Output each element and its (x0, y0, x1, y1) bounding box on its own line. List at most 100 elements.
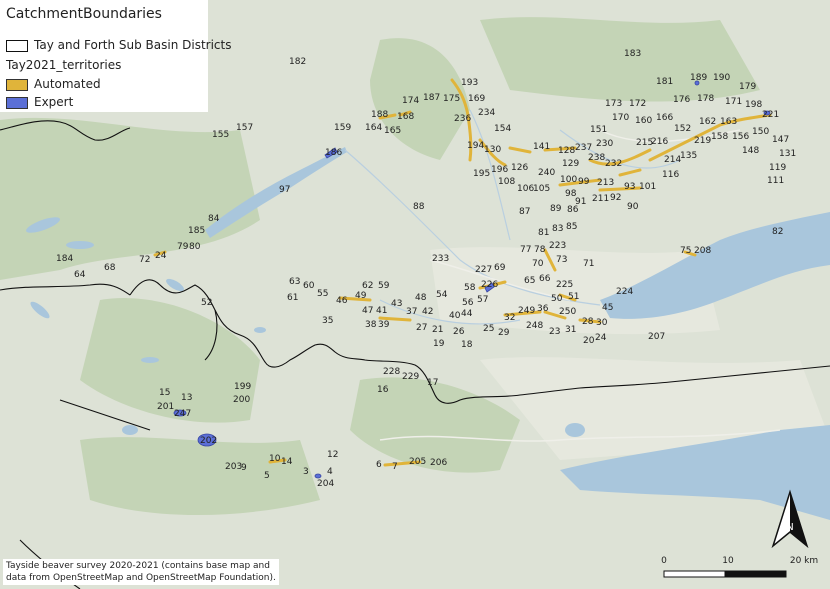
territory-label: 190 (713, 73, 730, 83)
territory-label: 150 (752, 127, 769, 137)
territory-label: 90 (627, 202, 639, 212)
territory-label: 200 (233, 395, 250, 405)
territory-label: 85 (566, 222, 577, 232)
map-credit: Tayside beaver survey 2020-2021 (contain… (3, 559, 279, 585)
territory-label: 44 (461, 309, 473, 319)
territory-label: 43 (391, 299, 402, 309)
territory-label: 7 (392, 462, 398, 472)
territory-label: 194 (467, 141, 484, 151)
territory-label: 14 (281, 457, 293, 467)
territory-label: 159 (334, 123, 351, 133)
territory-label: 18 (461, 340, 473, 350)
territory-label: 179 (739, 82, 756, 92)
territory-label: 203 (225, 462, 242, 472)
territory-label: 229 (402, 372, 419, 382)
territory-label: 56 (462, 298, 474, 308)
boundary-swatch (6, 39, 28, 52)
territory-label: 230 (596, 139, 613, 149)
territory-label: 169 (468, 94, 485, 104)
automated-swatch (6, 78, 28, 91)
territory-label: 51 (568, 292, 579, 302)
territory-label: 213 (597, 178, 614, 188)
legend-automated-label: Automated (34, 77, 101, 91)
territory-label: 25 (483, 324, 494, 334)
territory-label: 240 (538, 168, 555, 178)
territory-label: 170 (612, 113, 629, 123)
territory-label: 50 (551, 294, 563, 304)
map-legend: CatchmentBoundaries Tay and Forth Sub Ba… (0, 0, 231, 112)
territory-label: 49 (355, 291, 367, 301)
territory-label: 202 (200, 436, 217, 446)
territory-label: 214 (664, 155, 681, 165)
territory-label: 5 (264, 471, 270, 481)
territory-label: 37 (406, 307, 417, 317)
territory-label: 163 (720, 117, 737, 127)
territory-label: 100 (560, 175, 577, 185)
territory-label: 101 (639, 182, 656, 192)
territory-label: 24 (595, 333, 607, 343)
scale-label-0: 0 (661, 556, 667, 566)
legend-expert-label: Expert (34, 95, 74, 109)
territory-label: 164 (365, 123, 382, 133)
territory-label: 152 (674, 124, 691, 134)
territory-label: 6 (376, 460, 382, 470)
territory-label: 182 (289, 57, 306, 67)
territory-label: 207 (648, 332, 665, 342)
territory-label: 21 (432, 325, 443, 335)
territory-label: 187 (423, 93, 440, 103)
territory-label: 17 (427, 378, 438, 388)
territory-label: 188 (371, 110, 388, 120)
territory-label: 238 (588, 153, 605, 163)
territory-label: 111 (767, 176, 784, 186)
territory-label: 216 (651, 137, 668, 147)
territory-label: 141 (533, 142, 550, 152)
territory-label: 221 (762, 110, 779, 120)
territory-label: 80 (189, 242, 201, 252)
territory-label: 168 (397, 112, 414, 122)
territory-label: 116 (662, 170, 679, 180)
territory-label: 175 (443, 94, 460, 104)
territory-label: 126 (511, 163, 528, 173)
territory-label: 65 (524, 276, 535, 286)
territory-label: 69 (494, 263, 506, 273)
territory-label: 98 (565, 189, 577, 199)
territory-label: 29 (498, 328, 510, 338)
territory-label: 93 (624, 182, 635, 192)
territory-label: 208 (694, 246, 711, 256)
territory-label: 108 (498, 177, 515, 187)
territory-label: 128 (558, 146, 575, 156)
territory-label: 250 (559, 307, 576, 317)
territory-label: 70 (532, 259, 544, 269)
territory-label: 147 (772, 135, 789, 145)
territory-label: 87 (519, 207, 530, 217)
territory-label: 78 (534, 245, 546, 255)
territory-label: 106 (517, 184, 534, 194)
territory-label: 75 (680, 246, 691, 256)
territory-label: 20 (583, 336, 595, 346)
territory-label: 130 (484, 145, 501, 155)
territory-label: 88 (413, 202, 425, 212)
territory-label: 83 (552, 224, 563, 234)
territory-label: 199 (234, 382, 251, 392)
territory-label: 10 (269, 454, 281, 464)
territory-label: 232 (605, 159, 622, 169)
territory-label: 15 (159, 388, 170, 398)
territory-label: 184 (56, 254, 73, 264)
territory-label: 155 (212, 130, 229, 140)
territory-label: 45 (602, 303, 613, 313)
territory-label: 39 (378, 320, 390, 330)
territory-label: 219 (694, 136, 711, 146)
legend-layer-title: Tay2021_territories (6, 58, 122, 72)
territory-label: 119 (769, 163, 786, 173)
territory-label: 92 (610, 193, 621, 203)
territory-label: 59 (378, 281, 390, 291)
territory-label: 9 (241, 463, 247, 473)
territory-label: 156 (732, 132, 749, 142)
territory-label: 38 (365, 320, 377, 330)
territory-label: 176 (673, 95, 690, 105)
territory-label: 26 (453, 327, 465, 337)
territory-label: 63 (289, 277, 300, 287)
territory-label: 193 (461, 78, 478, 88)
territory-label: 71 (583, 259, 594, 269)
territory-label: 183 (624, 49, 641, 59)
